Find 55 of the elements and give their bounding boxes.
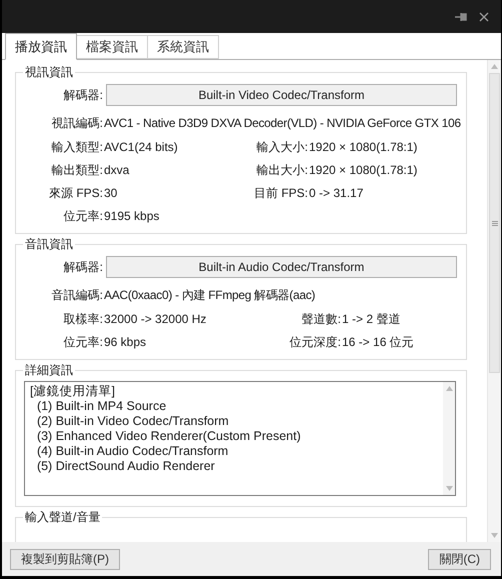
scroll-down-icon[interactable] <box>446 486 452 491</box>
list-line: (1) Built-in MP4 Source <box>36 399 168 414</box>
field-label: 目前 FPS: <box>252 184 308 202</box>
list-scrollbar[interactable] <box>443 382 455 495</box>
copy-to-clipboard-button[interactable]: 複製到剪貼簿(P) <box>10 548 120 570</box>
field-label: 視訊編碼: <box>50 115 103 132</box>
field-label: 輸出大小: <box>256 162 308 178</box>
filter-list-box[interactable]: [濾鏡使用清單] (1) Built-in MP4 Source (2) Built-in Video Codec/Transform (3) Enhanced Video Renderer(Custom Present) (4) Built-in Audio Codec/Transform (5) DirectSound Audio Renderer <box>24 381 456 496</box>
scroll-up-icon[interactable] <box>446 386 452 391</box>
field-value: 0 -> 31.17 <box>309 184 364 202</box>
field-value: 1920 × 1080(1.78:1) <box>309 138 418 156</box>
field-label: 聲道數: <box>300 310 341 328</box>
field-value: AVC1 - Native D3D9 DXVA Decoder(VLD) - NVIDIA GeForce GTX 106 <box>104 115 461 132</box>
group-title: 詳細資訊 <box>23 363 75 377</box>
scroll-up-icon[interactable] <box>491 64 498 69</box>
pin-icon[interactable] <box>455 12 467 22</box>
field-value: 32000 -> 32000 Hz <box>104 310 206 328</box>
close-button[interactable]: 關閉(C) <box>428 548 491 570</box>
field-value: AAC(0xaac0) - 內建 FFmpeg 解碼器(aac) <box>104 287 316 304</box>
scrollbar[interactable] <box>487 60 501 542</box>
field-value: 96 kbps <box>104 334 146 350</box>
field-label: 位元率: <box>62 334 103 350</box>
group-title: 視訊資訊 <box>23 65 75 79</box>
field-label: 來源 FPS: <box>48 184 103 202</box>
field-value: dxva <box>104 162 130 178</box>
field-label: 解碼器: <box>62 259 103 276</box>
field-label: 位元深度: <box>288 334 341 350</box>
field-label: 音訊編碼: <box>50 287 103 304</box>
field-label: 取樣率: <box>62 310 103 328</box>
tab[interactable]: 系統資訊 <box>148 35 219 59</box>
scroll-thumb[interactable] <box>489 73 500 373</box>
field-value: 1 -> 2 聲道 <box>342 310 400 328</box>
decoder-button[interactable]: Built-in Audio Codec/Transform <box>106 256 457 278</box>
list-line: (4) Built-in Audio Codec/Transform <box>36 444 230 459</box>
field-label: 輸入大小: <box>256 138 308 156</box>
field-label: 輸出類型: <box>50 162 103 178</box>
close-icon[interactable] <box>479 12 489 22</box>
field-label: 位元率: <box>62 208 103 224</box>
field-value: 16 -> 16 位元 <box>342 334 414 350</box>
field-label: 輸入類型: <box>50 138 103 156</box>
field-value: 30 <box>104 184 118 202</box>
group-title: 輸入聲道/音量 <box>23 510 102 524</box>
list-line: (2) Built-in Video Codec/Transform <box>36 414 230 429</box>
group-title: 音訊資訊 <box>23 237 75 251</box>
field-value: 9195 kbps <box>104 208 160 224</box>
scroll-down-icon[interactable] <box>491 533 498 538</box>
list-line: (3) Enhanced Video Renderer(Custom Present) <box>36 429 302 444</box>
tab[interactable]: 檔案資訊 <box>77 35 148 59</box>
decoder-button[interactable]: Built-in Video Codec/Transform <box>106 84 457 106</box>
list-line: [濾鏡使用清單] <box>30 384 116 399</box>
field-value: 1920 × 1080(1.78:1) <box>309 162 418 178</box>
tab[interactable]: 播放資訊 <box>5 33 77 60</box>
list-line: (5) DirectSound Audio Renderer <box>36 459 216 474</box>
field-label: 解碼器: <box>62 87 103 104</box>
field-value: AVC1(24 bits) <box>104 138 178 156</box>
